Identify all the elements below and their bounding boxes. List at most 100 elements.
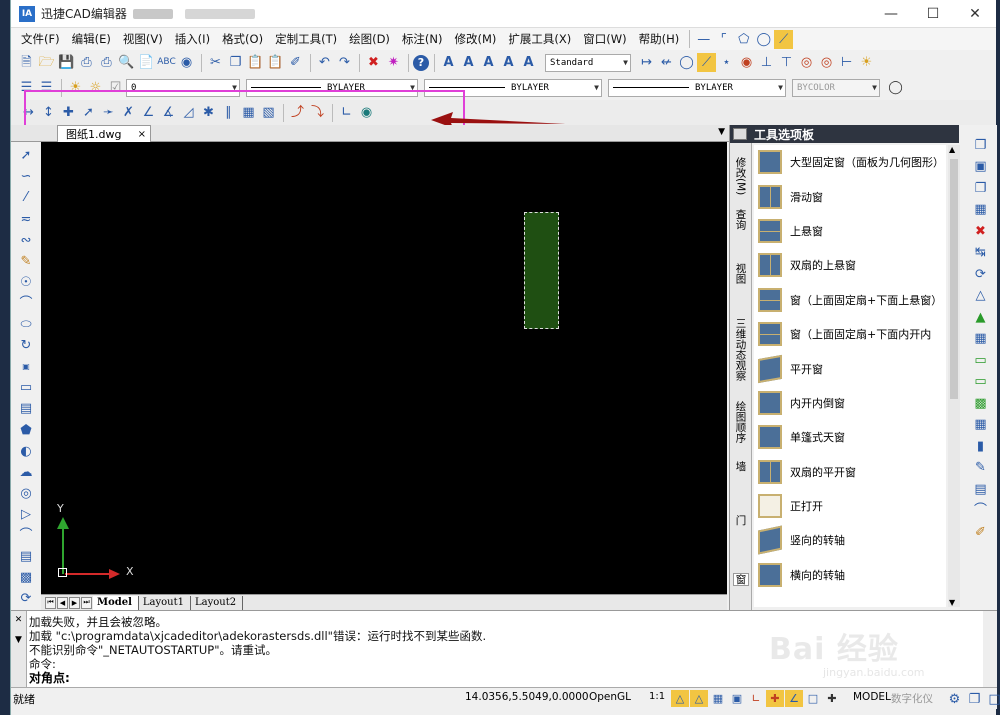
command-scrollbar[interactable]: [983, 611, 997, 688]
polyline-icon[interactable]: ⌜: [714, 30, 733, 49]
layer-on-icon[interactable]: ☀: [66, 78, 85, 97]
dim-baseline-icon[interactable]: ⊥: [757, 53, 776, 72]
snap-icon[interactable]: ▣: [728, 690, 746, 707]
dim-rotated-icon[interactable]: ✗: [119, 103, 138, 122]
dim-center-mark-icon[interactable]: ◉: [357, 103, 376, 122]
delete-icon[interactable]: ✖: [971, 221, 991, 241]
text-style-icon[interactable]: A: [439, 53, 458, 72]
command-side-handle[interactable]: ✕ ▼: [11, 611, 27, 688]
prev-tab-icon[interactable]: ◀: [57, 596, 68, 609]
list-item[interactable]: 滑动窗: [754, 179, 946, 213]
list-item[interactable]: 双扇的平开窗: [754, 455, 946, 489]
menu-draw[interactable]: 绘图(D): [343, 28, 396, 50]
join-icon[interactable]: ✎: [971, 458, 991, 478]
polygon-icon[interactable]: ⬠: [734, 30, 753, 49]
rectangle-icon[interactable]: ▭: [16, 378, 36, 398]
line-tool-icon[interactable]: —: [694, 30, 713, 49]
palette-tab-draw-order[interactable]: 绘图顺序: [733, 401, 749, 443]
paste-special-icon[interactable]: 📋: [266, 53, 285, 72]
list-item[interactable]: 窗（上面固定扇+下面内开内: [754, 317, 946, 351]
menu-file[interactable]: 文件(F): [15, 28, 66, 50]
otrack-icon[interactable]: □: [804, 690, 822, 707]
palette-tab-wall[interactable]: 墙: [733, 461, 749, 472]
next-tab-icon[interactable]: ▶: [69, 596, 80, 609]
dim-triangle-icon[interactable]: ◿: [179, 103, 198, 122]
fillet-icon[interactable]: ⌒: [971, 501, 991, 521]
tab-layout1[interactable]: Layout1: [139, 595, 191, 610]
line-icon[interactable]: ➚: [16, 146, 36, 166]
osnap-icon[interactable]: ∠: [785, 690, 803, 707]
ray-icon[interactable]: ∽: [16, 167, 36, 187]
grid-icon[interactable]: ▦: [709, 690, 727, 707]
lineweight-icon[interactable]: ✚: [823, 690, 841, 707]
list-item[interactable]: 大型固定窗（面板为几何图形）: [754, 145, 946, 179]
menu-edit[interactable]: 编辑(E): [66, 28, 117, 50]
leader-icon[interactable]: ◎: [817, 53, 836, 72]
lineweight-select[interactable]: BYLAYER ▼: [424, 78, 602, 97]
revision-icon[interactable]: ⌒: [16, 526, 36, 546]
dim-grid-icon[interactable]: ▦: [239, 103, 258, 122]
linetype-select[interactable]: BYLAYER ▼: [246, 78, 418, 97]
opengl-indicator[interactable]: OpenGL: [589, 691, 631, 703]
select-icon[interactable]: ▣: [971, 157, 991, 177]
open-folder-icon[interactable]: 🗁: [37, 53, 56, 72]
undo-icon[interactable]: ↶: [315, 53, 334, 72]
dim-radius-icon[interactable]: ◯: [677, 53, 696, 72]
dim-hash-icon[interactable]: ▧: [259, 103, 278, 122]
tab-model[interactable]: Model: [93, 595, 139, 610]
mtext-icon[interactable]: A: [479, 53, 498, 72]
measure-icon[interactable]: ⟋: [774, 29, 794, 49]
new-file-icon[interactable]: 🗎: [17, 53, 36, 72]
palette-scroll-thumb[interactable]: [950, 159, 958, 399]
list-item[interactable]: 竖向的转轴: [754, 523, 946, 557]
window-layout-icon[interactable]: ❐: [965, 690, 984, 709]
menu-extensions[interactable]: 扩展工具(X): [502, 28, 577, 50]
annotation-visibility-icon[interactable]: △: [671, 690, 689, 707]
rotate-icon[interactable]: ⟳: [971, 264, 991, 284]
publish-icon[interactable]: 📄: [137, 53, 156, 72]
dim-arc-icon[interactable]: ∠: [139, 103, 158, 122]
explode-icon[interactable]: ✐: [971, 522, 991, 542]
dim-continue-icon[interactable]: ⊤: [777, 53, 796, 72]
print-preview-icon[interactable]: 🔍: [117, 53, 136, 72]
print-icon[interactable]: ⎙: [77, 53, 96, 72]
copy-stack-icon[interactable]: ❐: [971, 178, 991, 198]
wipeout-icon[interactable]: ▷: [16, 505, 36, 525]
auto-scale-icon[interactable]: △: [690, 690, 708, 707]
tolerance-icon[interactable]: ◎: [797, 53, 816, 72]
dim-horizontal-icon[interactable]: ↔: [19, 103, 38, 122]
ortho-icon[interactable]: ∟: [747, 690, 765, 707]
paste-icon[interactable]: 📋: [246, 53, 265, 72]
erase-all-icon[interactable]: ✷: [384, 53, 403, 72]
scroll-down-icon[interactable]: ▼: [949, 598, 955, 607]
point-icon[interactable]: ▣: [16, 357, 36, 377]
list-item[interactable]: 内开内倒窗: [754, 386, 946, 420]
list-item[interactable]: 单篷式天窗: [754, 420, 946, 454]
spline-icon[interactable]: ∾: [16, 230, 36, 250]
refresh-icon[interactable]: ⟳: [16, 589, 36, 609]
menu-dimension[interactable]: 标注(N): [396, 28, 449, 50]
palette-grip-icon[interactable]: [733, 128, 747, 140]
layer-select[interactable]: 0 ▼: [126, 78, 240, 97]
menu-view[interactable]: 视图(V): [117, 28, 169, 50]
cut-icon[interactable]: ✂: [206, 53, 225, 72]
dim-leader-icon[interactable]: ⤴: [288, 103, 307, 122]
tab-layout2[interactable]: Layout2: [191, 595, 244, 610]
clean-screen-icon[interactable]: □: [985, 690, 1000, 709]
redo-icon[interactable]: ↷: [335, 53, 354, 72]
dim-jog-icon[interactable]: ⤵: [308, 103, 327, 122]
dim-style-icon[interactable]: ☀: [857, 53, 876, 72]
construction-line-icon[interactable]: ⁄: [16, 188, 36, 208]
circle-toggle-icon[interactable]: ◯: [886, 78, 905, 97]
dim-ordinate-icon[interactable]: ⋆: [717, 53, 736, 72]
palette-tab-modify[interactable]: 修改(M): [733, 157, 749, 195]
dim-snowflake-icon[interactable]: ✱: [199, 103, 218, 122]
text-style-select[interactable]: Standard ▼: [545, 53, 631, 72]
layer-previous-icon[interactable]: ☰: [37, 78, 56, 97]
dim-oblique-icon[interactable]: ➛: [99, 103, 118, 122]
layer-thaw-icon[interactable]: ☼: [86, 78, 105, 97]
cloud-icon[interactable]: ☁: [16, 462, 36, 482]
list-item[interactable]: 平开窗: [754, 351, 946, 385]
help-icon[interactable]: ?: [413, 54, 429, 71]
trim-icon[interactable]: ▩: [971, 393, 991, 413]
